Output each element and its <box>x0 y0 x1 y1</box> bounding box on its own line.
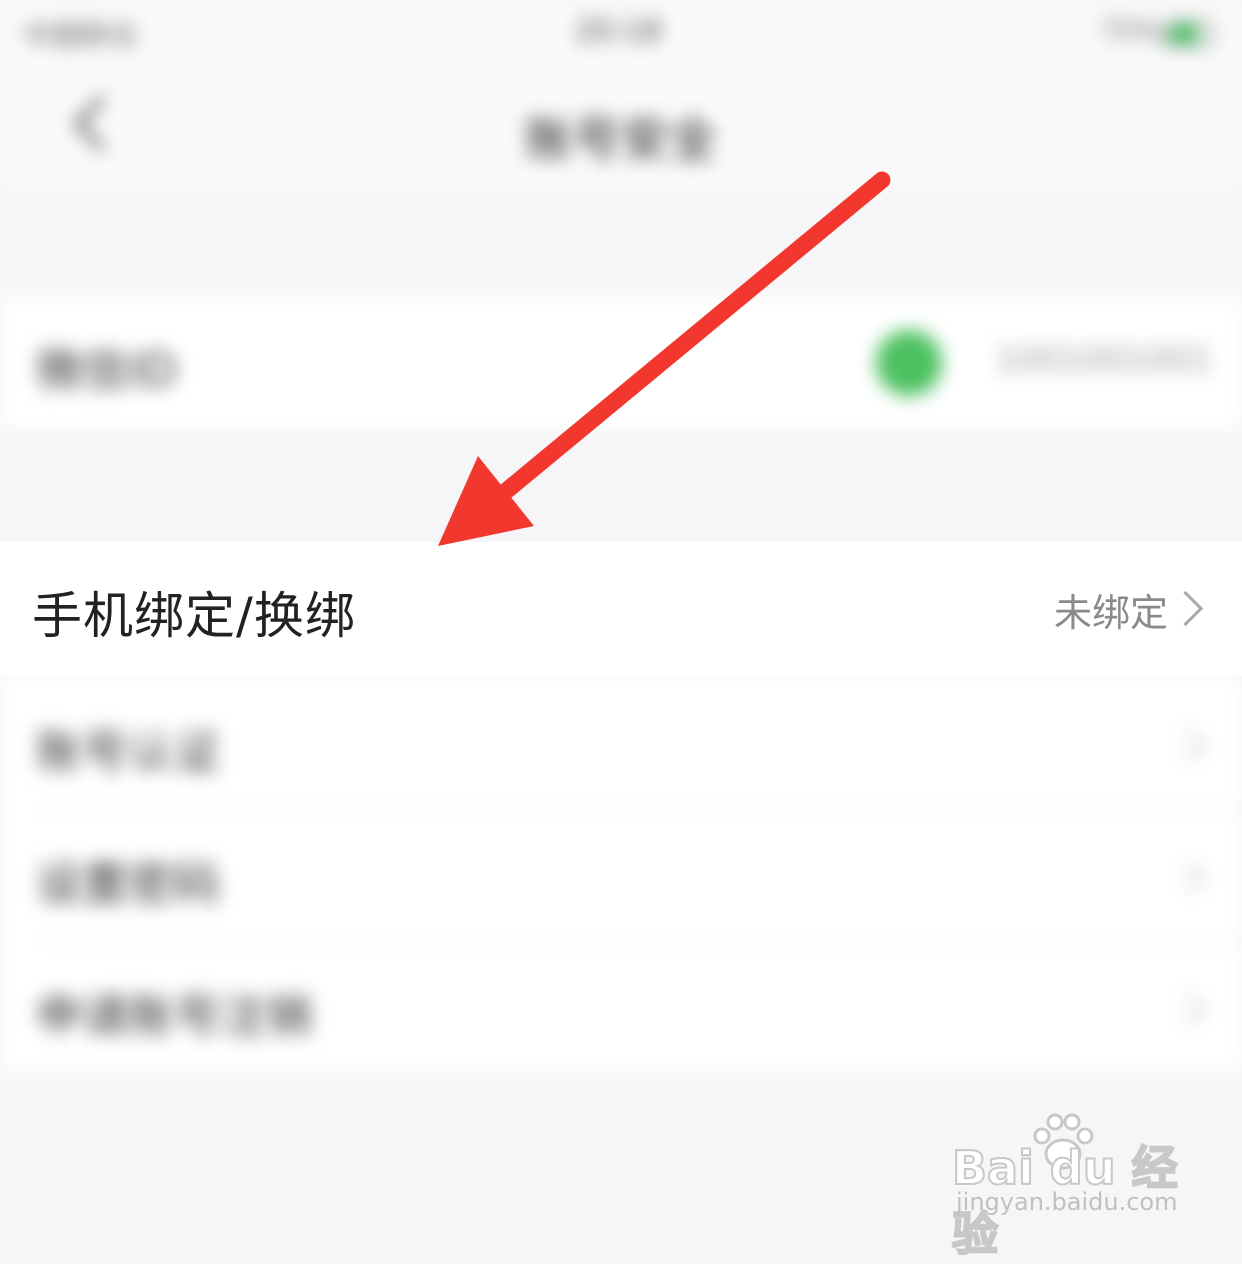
chevron-right-icon <box>1172 993 1205 1026</box>
wechat-id-label: 微信ID <box>36 343 177 397</box>
settings-list: 账号认证 设置密码 申请账号注销 <box>0 676 1242 1072</box>
battery-icon <box>1164 20 1214 48</box>
list-item-wechat-id[interactable]: 微信ID 1001001001 <box>0 296 1242 428</box>
chevron-right-icon <box>1167 590 1204 627</box>
phone-binding-label: 手机绑定/换绑 <box>32 587 356 645</box>
battery-fill <box>1169 25 1199 43</box>
wechat-icon <box>876 330 942 396</box>
status-bar: 中国移动 20:18 75% <box>0 0 1242 64</box>
wechat-id-value: 1001001001 <box>995 340 1212 380</box>
page-title: 账号安全 <box>524 112 717 168</box>
account-auth-label[interactable]: 账号认证 <box>36 716 220 782</box>
divider <box>36 808 1242 810</box>
chevron-right-icon <box>1172 729 1205 762</box>
list-item-phone-binding[interactable]: 手机绑定/换绑 未绑定 <box>0 542 1242 676</box>
chevron-right-icon <box>1172 861 1205 894</box>
watermark-url: jingyan.baidu.com <box>956 1188 1178 1216</box>
phone-binding-status: 未绑定 <box>1053 591 1168 635</box>
status-time: 20:18 <box>575 14 662 49</box>
carrier-label: 中国移动 <box>24 19 137 52</box>
baidu-jingyan-watermark: Bai du 经验 jingyan.baidu.com <box>951 1108 1192 1262</box>
battery-percent: 75% <box>1099 14 1162 47</box>
set-password-label[interactable]: 设置密码 <box>36 848 220 914</box>
apply-cancel-label[interactable]: 申请账号注销 <box>36 980 312 1046</box>
nav-bar: 账号安全 <box>0 64 1242 190</box>
divider <box>36 940 1242 942</box>
